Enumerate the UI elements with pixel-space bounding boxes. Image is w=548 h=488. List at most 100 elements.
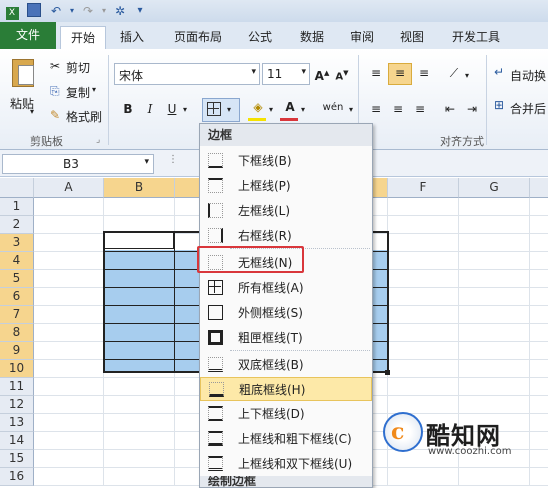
align-top-icon[interactable]: ≡: [366, 64, 386, 82]
borders-dropdown-icon[interactable]: ▾: [227, 101, 231, 119]
align-bottom-icon[interactable]: ≡: [414, 64, 434, 82]
tab-data[interactable]: 数据: [292, 26, 332, 48]
paste-icon[interactable]: [8, 55, 38, 91]
phonetic-dropdown-icon[interactable]: ▾: [346, 101, 356, 119]
font-name-dropdown-icon[interactable]: ▾: [251, 67, 256, 77]
menu-item-thick-box-border[interactable]: 粗匣框线(T): [200, 326, 372, 350]
row-header[interactable]: 15: [0, 450, 34, 468]
top-thick-bottom-border-icon: [208, 431, 223, 446]
align-middle-icon[interactable]: ≡: [388, 63, 412, 85]
menu-item-top-thick-bottom-border[interactable]: 上框线和粗下框线(C): [200, 427, 372, 451]
menu-item-left-border[interactable]: 左框线(L): [200, 199, 372, 223]
row-header[interactable]: 10: [0, 360, 34, 378]
row-header[interactable]: 1: [0, 198, 34, 216]
underline-icon[interactable]: U: [162, 100, 182, 118]
decrease-indent-icon[interactable]: ⇤: [440, 100, 460, 118]
font-size-combo[interactable]: 11 ▾: [262, 63, 310, 85]
row-header[interactable]: 6: [0, 288, 34, 306]
more-commands-icon[interactable]: ▾: [132, 3, 148, 19]
font-color-icon[interactable]: A: [280, 98, 300, 116]
customize-icon[interactable]: ✲: [112, 3, 128, 19]
grow-font-icon[interactable]: A▲: [312, 64, 332, 83]
italic-icon[interactable]: I: [140, 100, 160, 118]
format-painter-button[interactable]: 格式刷: [66, 108, 102, 125]
row-header[interactable]: 12: [0, 396, 34, 414]
underline-dropdown-icon[interactable]: ▾: [180, 101, 190, 119]
menu-item-top-bottom-border[interactable]: 上下框线(D): [200, 402, 372, 426]
undo-icon[interactable]: ↶: [48, 3, 64, 19]
save-icon[interactable]: [26, 3, 42, 19]
tab-developer[interactable]: 开发工具: [446, 26, 506, 48]
column-header[interactable]: F: [388, 178, 459, 198]
paste-dropdown-icon[interactable]: ▾: [30, 107, 34, 116]
font-size-dropdown-icon[interactable]: ▾: [301, 67, 306, 77]
quick-access-toolbar: X ↶ ▾ ↷ ▾ ✲ ▾: [0, 0, 548, 23]
copy-button[interactable]: 复制: [66, 84, 90, 101]
menu-item-bottom-border[interactable]: 下框线(B): [200, 149, 372, 173]
phonetic-icon[interactable]: wén: [318, 99, 348, 117]
undo-dropdown-icon[interactable]: ▾: [64, 3, 80, 19]
redo-dropdown-icon[interactable]: ▾: [96, 3, 112, 19]
select-all-corner[interactable]: [0, 178, 34, 198]
bold-icon[interactable]: B: [118, 100, 138, 118]
top-border-icon: [208, 178, 223, 193]
row-header[interactable]: 11: [0, 378, 34, 396]
orientation-icon[interactable]: ⟋: [444, 64, 464, 82]
tab-file[interactable]: 文件: [0, 22, 56, 49]
menu-item-outside-borders[interactable]: 外侧框线(S): [200, 301, 372, 325]
menu-item-top-double-bottom-border[interactable]: 上框线和双下框线(U): [200, 452, 372, 476]
borders-button[interactable]: ▾: [202, 98, 240, 122]
cut-icon: ✂: [50, 59, 61, 73]
clipboard-launcher-icon[interactable]: ⌟: [96, 135, 100, 145]
row-header[interactable]: 5: [0, 270, 34, 288]
column-header[interactable]: A: [34, 178, 104, 198]
align-left-icon[interactable]: ≡: [366, 100, 386, 118]
cut-button[interactable]: 剪切: [66, 59, 90, 76]
fill-handle[interactable]: [385, 370, 390, 375]
row-header[interactable]: 14: [0, 432, 34, 450]
row-header[interactable]: 8: [0, 324, 34, 342]
row-header[interactable]: 7: [0, 306, 34, 324]
column-header[interactable]: [371, 178, 388, 198]
align-right-icon[interactable]: ≡: [410, 100, 430, 118]
orientation-dropdown-icon[interactable]: ▾: [462, 67, 472, 85]
row-header[interactable]: 4: [0, 252, 34, 270]
tab-page-layout[interactable]: 页面布局: [168, 26, 228, 48]
column-header[interactable]: G: [459, 178, 530, 198]
name-box-dropdown-icon[interactable]: ▾: [144, 157, 149, 167]
column-header[interactable]: [175, 178, 201, 198]
tab-insert[interactable]: 插入: [112, 26, 152, 48]
redo-icon[interactable]: ↷: [80, 3, 96, 19]
fill-color-dropdown-icon[interactable]: ▾: [266, 101, 276, 119]
tab-formulas[interactable]: 公式: [240, 26, 280, 48]
fill-color-icon[interactable]: ◈: [248, 98, 268, 116]
tab-home[interactable]: 开始: [60, 26, 106, 51]
row-header[interactable]: 13: [0, 414, 34, 432]
row-header[interactable]: 16: [0, 468, 34, 486]
row-header[interactable]: 9: [0, 342, 34, 360]
column-header[interactable]: [530, 178, 548, 198]
menu-item-top-border[interactable]: 上框线(P): [200, 174, 372, 198]
menu-item-thick-bottom-border[interactable]: 粗底框线(H): [200, 377, 372, 401]
tab-view[interactable]: 视图: [392, 26, 432, 48]
menu-item-bottom-double-border[interactable]: 双底框线(B): [200, 353, 372, 377]
align-center-icon[interactable]: ≡: [388, 100, 408, 118]
column-header[interactable]: B: [104, 178, 175, 198]
font-name-combo[interactable]: 宋体 ▾: [114, 63, 260, 85]
menu-item-label: 所有框线(A): [238, 281, 304, 295]
menu-item-right-border[interactable]: 右框线(R): [200, 224, 372, 248]
merge-center-button[interactable]: 合并后: [510, 100, 546, 117]
row-header[interactable]: 3: [0, 234, 34, 252]
increase-indent-icon[interactable]: ⇥: [462, 100, 482, 118]
borders-menu-title: 边框: [200, 124, 372, 146]
top-bottom-border-icon: [208, 406, 223, 421]
name-box[interactable]: B3 ▾: [2, 154, 154, 174]
shrink-font-icon[interactable]: A▼: [332, 64, 352, 82]
wrap-text-button[interactable]: 自动换: [510, 67, 546, 84]
font-color-dropdown-icon[interactable]: ▾: [298, 101, 308, 119]
tab-review[interactable]: 审阅: [342, 26, 382, 48]
menu-item-all-borders[interactable]: 所有框线(A): [200, 276, 372, 300]
formula-bar-resize-handle[interactable]: ⋮: [168, 154, 198, 172]
copy-dropdown-icon[interactable]: ▾: [92, 85, 96, 94]
row-header[interactable]: 2: [0, 216, 34, 234]
